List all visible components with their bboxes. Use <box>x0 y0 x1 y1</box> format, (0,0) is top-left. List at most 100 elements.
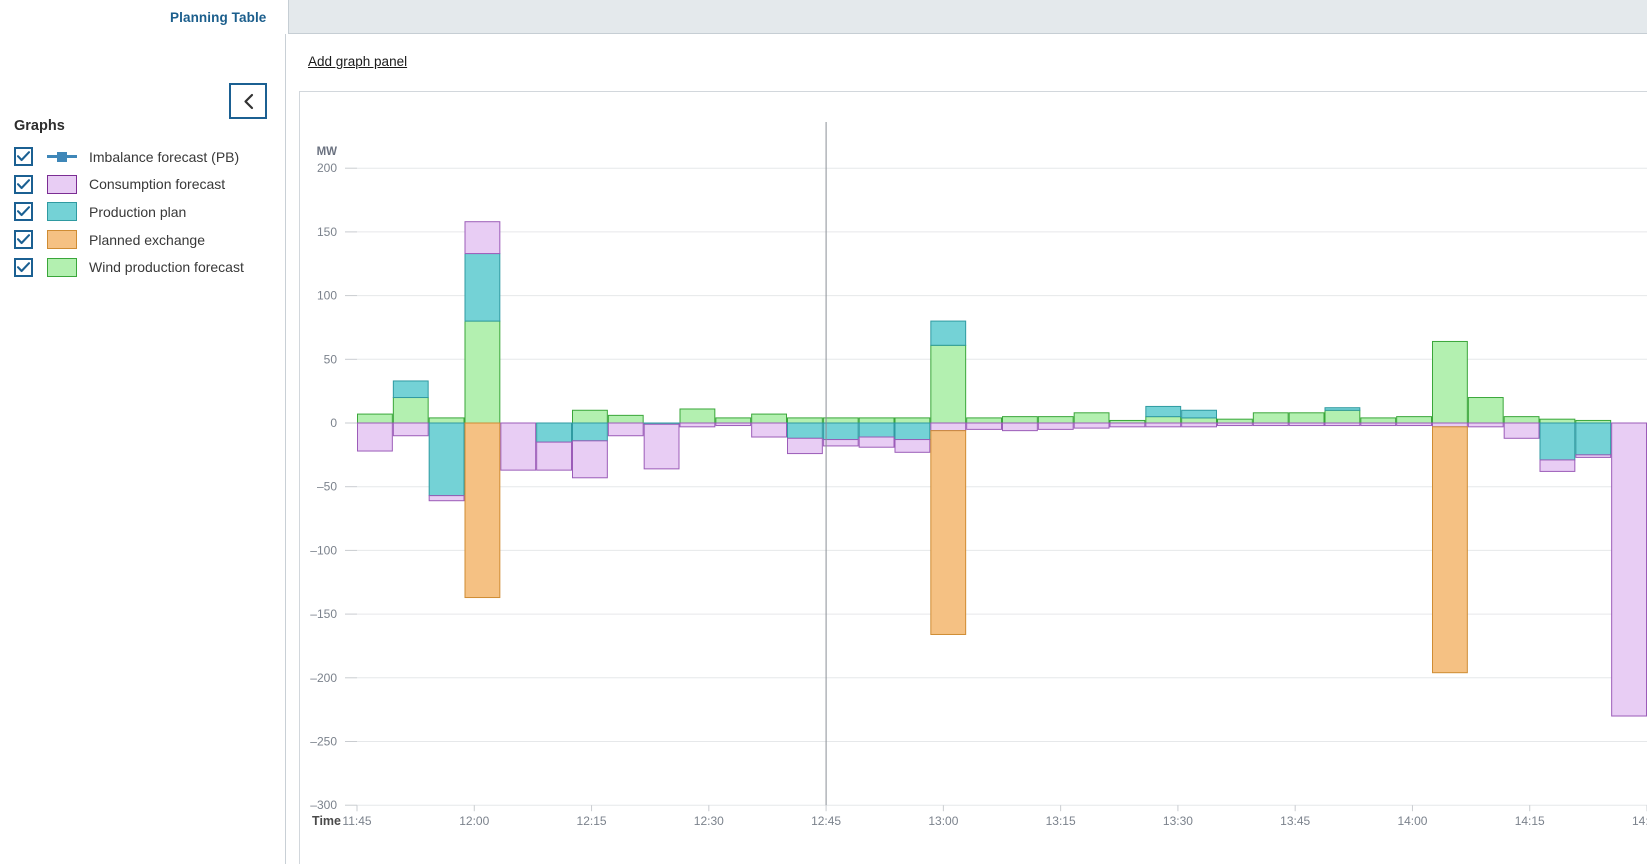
bar-segment[interactable] <box>679 422 716 428</box>
bar-segment[interactable] <box>1575 454 1612 458</box>
bar-segment[interactable] <box>392 422 429 437</box>
bar-segment[interactable] <box>1288 422 1325 427</box>
collapse-sidebar-button[interactable] <box>229 83 267 119</box>
bar-segment[interactable] <box>894 417 931 424</box>
x-axis-tick-label: 13:15 <box>1046 814 1076 828</box>
stacked-bar-chart[interactable]: MW200150100500–50–100–150–200–250–30011:… <box>285 34 1647 864</box>
bar-segment[interactable] <box>822 422 859 441</box>
bar-segment[interactable] <box>1073 422 1110 429</box>
bar-segment[interactable] <box>536 441 573 471</box>
bar-segment[interactable] <box>1503 416 1540 424</box>
bar-segment[interactable] <box>1539 459 1576 472</box>
bar-segment[interactable] <box>1181 409 1218 419</box>
bar-segment[interactable] <box>1503 422 1540 439</box>
bar-segment[interactable] <box>1109 422 1146 428</box>
bar-segment[interactable] <box>1324 409 1361 424</box>
bar-segment[interactable] <box>500 422 537 471</box>
bar-segment[interactable] <box>536 422 573 443</box>
bar-segment[interactable] <box>894 422 931 441</box>
bar-segment[interactable] <box>715 417 752 424</box>
bar-segment[interactable] <box>1324 422 1361 427</box>
legend-item-4[interactable]: Wind production forecast <box>14 253 279 281</box>
bar-segment[interactable] <box>1145 405 1182 418</box>
y-axis-tick-label: –250 <box>310 735 337 749</box>
bar-segment[interactable] <box>1181 417 1218 424</box>
bar-segment[interactable] <box>715 422 752 427</box>
tab-planning-table[interactable]: Planning Table <box>148 0 290 34</box>
bar-segment[interactable] <box>930 422 967 432</box>
bar-segment[interactable] <box>751 413 787 424</box>
bar-segment[interactable] <box>1396 422 1432 427</box>
bar-segment[interactable] <box>751 422 787 438</box>
bar-segment[interactable] <box>428 417 465 424</box>
legend-color-swatch-4 <box>47 257 77 277</box>
bar-segment[interactable] <box>930 344 967 424</box>
bar-segment[interactable] <box>1002 422 1038 432</box>
bar-segment[interactable] <box>392 397 429 424</box>
bar-segment[interactable] <box>787 417 823 424</box>
bar-segment[interactable] <box>428 422 465 497</box>
bar-segment[interactable] <box>966 417 1003 424</box>
bar-segment[interactable] <box>930 320 967 346</box>
bar-segment[interactable] <box>822 417 859 424</box>
bar-segment[interactable] <box>392 380 429 399</box>
legend-checkbox-2[interactable] <box>14 202 33 222</box>
legend-item-0[interactable]: Imbalance forecast (PB) <box>14 143 279 171</box>
bar-segment[interactable] <box>464 253 501 322</box>
bar-segment[interactable] <box>930 430 967 635</box>
legend-item-3[interactable]: Planned exchange <box>14 226 279 254</box>
bar-segment[interactable] <box>1002 416 1038 424</box>
bar-segment[interactable] <box>1145 422 1182 428</box>
bar-segment[interactable] <box>966 422 1003 430</box>
bar-segment[interactable] <box>1360 417 1397 424</box>
bar-segment[interactable] <box>643 423 680 470</box>
legend-checkbox-3[interactable] <box>14 230 33 250</box>
bar-segment[interactable] <box>1396 416 1432 424</box>
bar-segment[interactable] <box>787 422 823 439</box>
bar-segment[interactable] <box>1252 412 1289 424</box>
bar-segment[interactable] <box>1252 422 1289 427</box>
bar-segment[interactable] <box>1467 422 1504 428</box>
bar-segment[interactable] <box>572 409 608 424</box>
bar-segment[interactable] <box>1611 422 1647 717</box>
bar-segment[interactable] <box>1288 412 1325 424</box>
bar-segment[interactable] <box>1073 412 1110 424</box>
bar-segment[interactable] <box>858 436 895 448</box>
bar-segment[interactable] <box>679 408 716 424</box>
bar-segment[interactable] <box>1324 407 1361 411</box>
bar-segment[interactable] <box>357 422 393 452</box>
bar-segment[interactable] <box>787 437 823 455</box>
bar-segment[interactable] <box>1467 397 1504 424</box>
bar-segment[interactable] <box>572 440 608 479</box>
bar-segment[interactable] <box>1217 422 1253 427</box>
bar-segment[interactable] <box>1360 422 1397 427</box>
bar-segment[interactable] <box>464 320 501 424</box>
bar-segment[interactable] <box>464 221 501 255</box>
bar-segment[interactable] <box>1145 416 1182 424</box>
bar-segment[interactable] <box>822 439 859 447</box>
bar-segment[interactable] <box>607 414 644 424</box>
bar-segment[interactable] <box>572 422 608 442</box>
bar-segment[interactable] <box>1217 418 1253 424</box>
bar-segment[interactable] <box>1037 416 1074 424</box>
bar-segment[interactable] <box>357 413 393 424</box>
bar-segment[interactable] <box>464 422 501 599</box>
bar-segment[interactable] <box>1181 422 1218 428</box>
bar-segment[interactable] <box>1539 418 1576 424</box>
bar-segment[interactable] <box>858 422 895 438</box>
bar-segment[interactable] <box>607 422 644 437</box>
bar-segment[interactable] <box>1037 422 1074 430</box>
bar-segment[interactable] <box>894 439 931 453</box>
bar-segment[interactable] <box>1432 340 1468 424</box>
legend-checkbox-0[interactable] <box>14 147 33 167</box>
legend-item-1[interactable]: Consumption forecast <box>14 171 279 199</box>
bar-segment[interactable] <box>858 417 895 424</box>
bar-segment[interactable] <box>1432 422 1468 428</box>
legend-checkbox-4[interactable] <box>14 257 33 277</box>
bar-segment[interactable] <box>428 495 465 502</box>
bar-segment[interactable] <box>1539 422 1576 461</box>
bar-segment[interactable] <box>1575 422 1612 456</box>
legend-checkbox-1[interactable] <box>14 174 33 194</box>
legend-item-2[interactable]: Production plan <box>14 198 279 226</box>
bar-segment[interactable] <box>1432 426 1468 674</box>
